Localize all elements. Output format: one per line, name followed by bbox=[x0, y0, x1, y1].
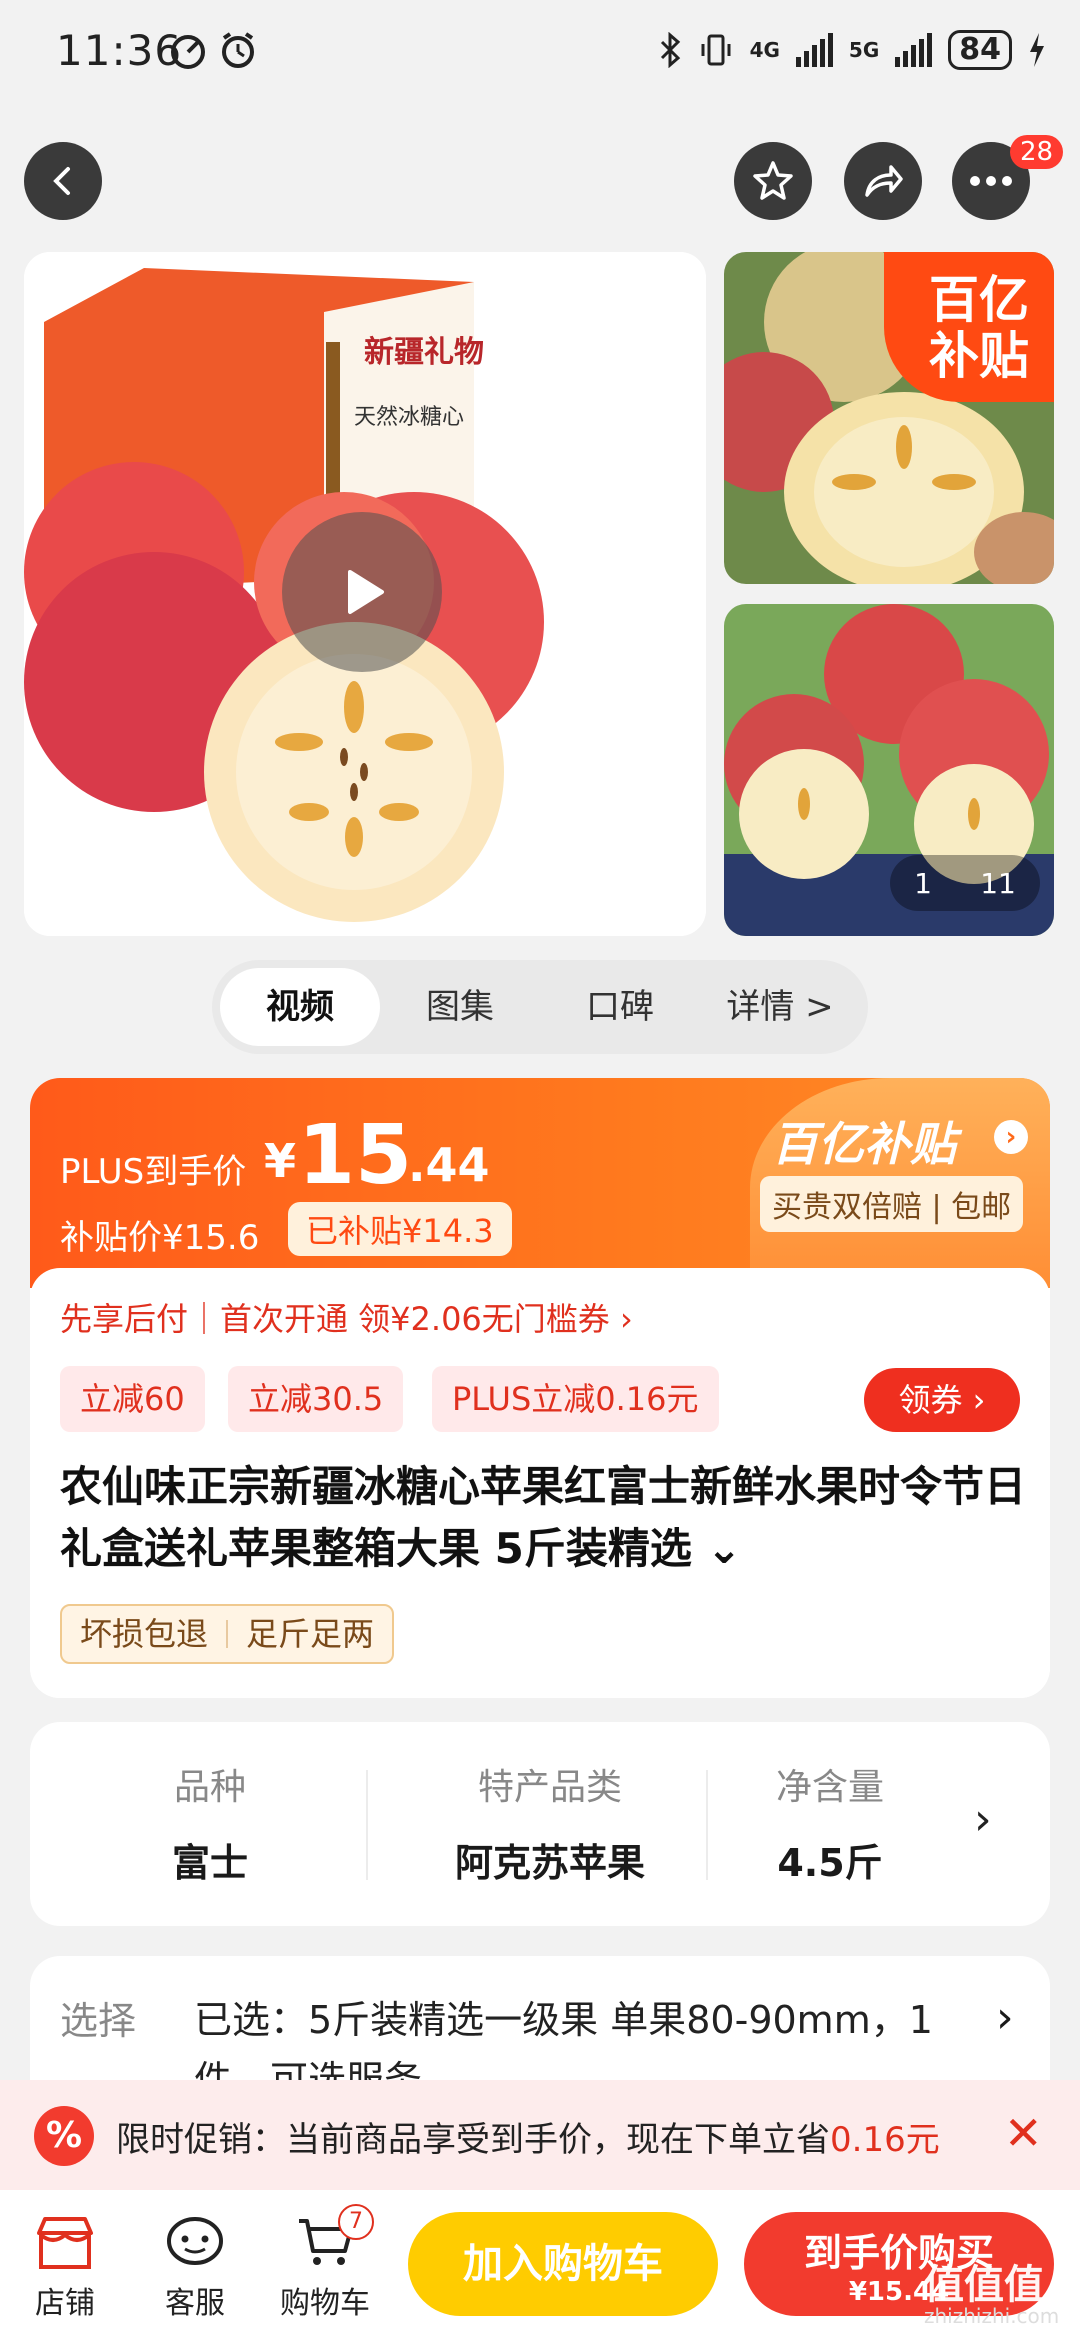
coupon-tag-2: 立减30.5 bbox=[228, 1366, 404, 1432]
favorite-button[interactable] bbox=[734, 142, 812, 220]
service-guarantee-tag: 买贵双倍赔 | 包邮 bbox=[760, 1176, 1024, 1232]
chevron-right-icon[interactable]: › bbox=[994, 1120, 1028, 1154]
coupon-tag-3: PLUS立减0.16元 bbox=[432, 1366, 719, 1432]
plus-price-decimal: .44 bbox=[408, 1138, 490, 1192]
network-4g-label: 4G bbox=[749, 38, 780, 62]
add-to-cart-button[interactable]: 加入购物车 bbox=[408, 2212, 718, 2316]
shop-label: 店铺 bbox=[35, 2286, 95, 2321]
gallery-counter: 1 11 bbox=[890, 855, 1040, 911]
tab-details[interactable]: 详情 > bbox=[700, 968, 860, 1046]
price-header: PLUS到手价 ¥ 15 .44 补贴价¥15.6 已补贴¥14.3 百亿补贴 … bbox=[30, 1078, 1050, 1288]
signal-4g-icon bbox=[795, 33, 833, 67]
more-dots-icon bbox=[970, 176, 1012, 186]
status-right-icons: 4G 5G 84 bbox=[658, 30, 1046, 70]
gallery-counter-current: 1 bbox=[914, 866, 932, 900]
box-text-sub: 天然冰糖心 bbox=[354, 405, 464, 430]
guarantee-tag-2: 足斤足两 bbox=[246, 1615, 375, 1653]
product-guarantee-tags: 坏损包退 足斤足两 bbox=[60, 1604, 395, 1664]
get-coupon-button[interactable]: 领券 › bbox=[864, 1368, 1020, 1432]
bluetooth-icon bbox=[660, 32, 680, 68]
chevron-right-icon[interactable]: › bbox=[974, 1794, 992, 1845]
close-icon[interactable]: ✕ bbox=[1004, 2106, 1043, 2160]
alarm-icon bbox=[222, 32, 254, 68]
promo-message: 限时促销：当前商品享受到手价，现在下单立省 bbox=[116, 2120, 830, 2160]
tab-gallery[interactable]: 图集 bbox=[380, 968, 540, 1046]
play-video-button[interactable] bbox=[282, 512, 442, 672]
subsidy-corner-line2: 补贴 bbox=[929, 327, 1029, 385]
status-time: 11:36 bbox=[56, 26, 183, 75]
selection-label: 选择 bbox=[60, 1999, 137, 2043]
guarantee-tag-1: 坏损包退 bbox=[80, 1615, 209, 1653]
credit-pay-link[interactable]: 先享后付｜首次开通 领¥2.06无门槛券 › bbox=[60, 1294, 633, 1340]
attribute-key: 品种 bbox=[173, 1767, 246, 1808]
tab-video[interactable]: 视频 bbox=[220, 968, 380, 1046]
chevron-right-icon[interactable]: › bbox=[996, 1992, 1014, 2043]
shop-button[interactable]: 店铺 bbox=[10, 2208, 120, 2322]
offers-section: 先享后付｜首次开通 领¥2.06无门槛券 › 立减60 立减30.5 PLUS立… bbox=[30, 1268, 1050, 1698]
promo-savings: 0.16元 bbox=[830, 2120, 940, 2160]
cart-count-badge: 7 bbox=[338, 2204, 374, 2240]
chevron-left-icon bbox=[53, 167, 70, 195]
plus-price-label: PLUS到手价 bbox=[60, 1152, 247, 1192]
watermark: 值值值 bbox=[924, 2262, 1044, 2308]
attribute-value: 阿克苏苹果 bbox=[454, 1841, 645, 1885]
attribute-value: 富士 bbox=[171, 1841, 248, 1885]
subsidy-corner-badge: 百亿 补贴 bbox=[884, 252, 1054, 402]
attribute-divider bbox=[706, 1770, 708, 1880]
charging-icon bbox=[1030, 33, 1044, 67]
coupon-tag-1: 立减60 bbox=[60, 1366, 205, 1432]
attribute-divider bbox=[366, 1770, 368, 1880]
star-icon bbox=[753, 161, 793, 200]
status-left-icons bbox=[168, 30, 258, 70]
more-badge: 28 bbox=[1010, 135, 1064, 169]
product-title[interactable]: 农仙味正宗新疆冰糖心苹果红富士新鲜水果时令节日礼盒送礼苹果整箱大果 5斤装精选 … bbox=[60, 1456, 1030, 1580]
attribute-key: 净含量 bbox=[775, 1767, 884, 1808]
cart-button[interactable]: 7 购物车 bbox=[270, 2204, 380, 2322]
customer-service-button[interactable]: 客服 bbox=[140, 2208, 250, 2322]
promo-text: 限时促销：当前商品享受到手价，现在下单立省0.16元 bbox=[116, 2112, 940, 2161]
subsidy-price: 补贴价¥15.6 bbox=[60, 1218, 260, 1258]
subsidy-amount-tag: 已补贴¥14.3 bbox=[288, 1202, 512, 1256]
cart-label: 购物车 bbox=[280, 2286, 370, 2321]
tab-reviews[interactable]: 口碑 bbox=[540, 968, 700, 1046]
back-button[interactable] bbox=[24, 142, 102, 220]
signal-5g-icon bbox=[895, 33, 933, 67]
gallery-thumbnail-1[interactable]: 百亿 补贴 bbox=[724, 252, 1054, 584]
chat-icon bbox=[140, 2208, 250, 2278]
discount-icon: % bbox=[34, 2106, 94, 2166]
promo-banner: % 限时促销：当前商品享受到手价，现在下单立省0.16元 ✕ bbox=[0, 2080, 1080, 2190]
box-text-brand: 新疆礼物 bbox=[364, 335, 484, 370]
attribute-value: 4.5斤 bbox=[777, 1841, 883, 1885]
speedometer-icon bbox=[171, 35, 205, 69]
shop-icon bbox=[10, 2208, 120, 2278]
play-icon bbox=[348, 570, 384, 614]
battery-level: 84 bbox=[948, 30, 1012, 70]
share-button[interactable] bbox=[844, 142, 922, 220]
plus-price-yen: ¥ bbox=[264, 1134, 297, 1188]
attribute-category: 特产品类 阿克苏苹果 bbox=[400, 1758, 700, 1887]
status-bar: 11:36 4G 5G 84 bbox=[0, 0, 1080, 110]
share-icon bbox=[865, 165, 903, 197]
gallery-counter-total: 11 bbox=[980, 866, 1016, 900]
subsidy-corner-line1: 百亿 bbox=[929, 271, 1029, 329]
attribute-key: 特产品类 bbox=[477, 1767, 622, 1808]
attributes-card[interactable]: 品种 富士 特产品类 阿克苏苹果 净含量 4.5斤 › bbox=[30, 1722, 1050, 1926]
plus-price-integer: 15 bbox=[298, 1108, 413, 1203]
vibrate-icon bbox=[701, 34, 731, 66]
subsidy-logo[interactable]: 百亿补贴 bbox=[772, 1108, 956, 1174]
network-5g-label: 5G bbox=[848, 38, 880, 62]
media-tabs: 视频 图集 口碑 详情 > bbox=[212, 960, 868, 1054]
attribute-variety: 品种 富士 bbox=[60, 1758, 360, 1887]
price-card: PLUS到手价 ¥ 15 .44 补贴价¥15.6 已补贴¥14.3 百亿补贴 … bbox=[30, 1078, 1050, 1698]
watermark-url: zhizhizhi.com bbox=[924, 2304, 1060, 2328]
customer-service-label: 客服 bbox=[165, 2286, 225, 2321]
attribute-net-weight: 净含量 4.5斤 bbox=[720, 1758, 940, 1887]
bottom-action-bar: 店铺 客服 7 购物车 加入购物车 到手价购买 ¥15.44 bbox=[0, 2190, 1080, 2340]
